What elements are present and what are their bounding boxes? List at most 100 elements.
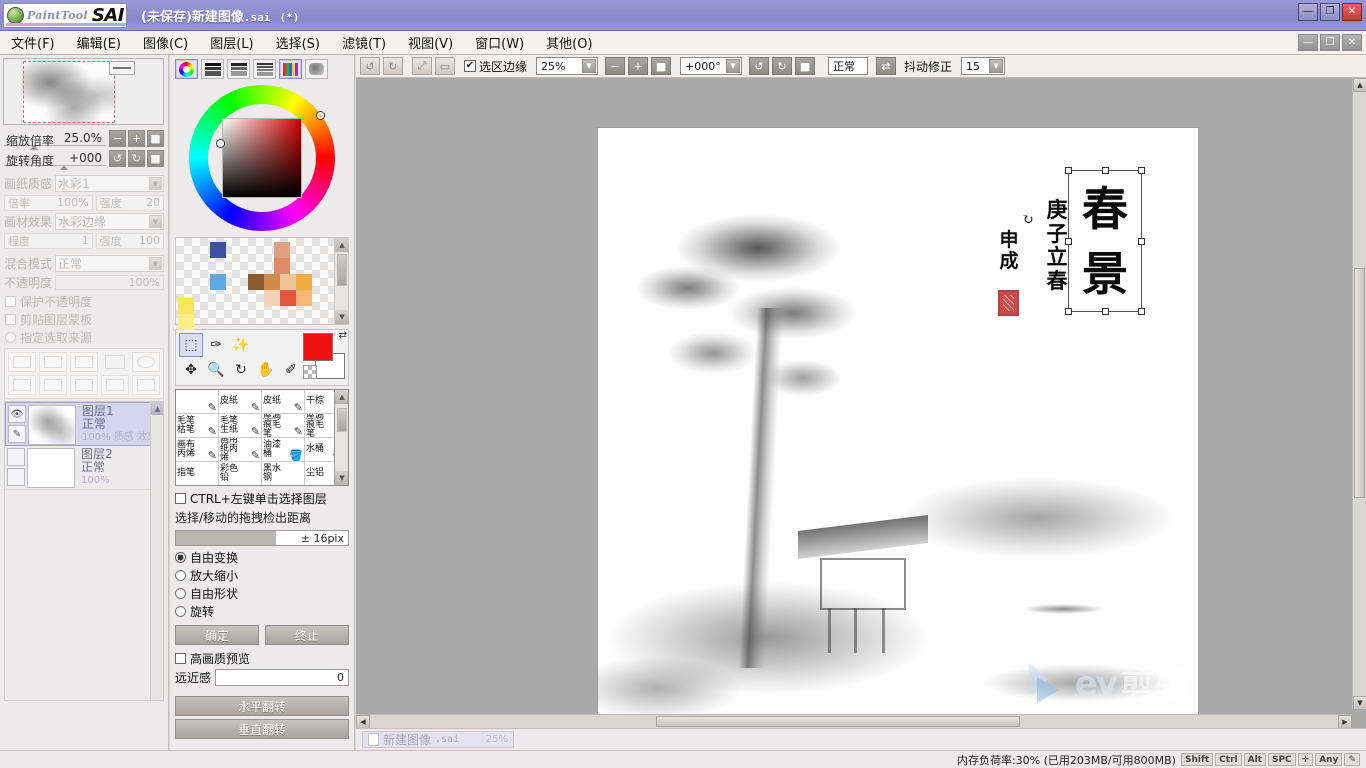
hue-marker[interactable] [217,140,224,147]
swatch[interactable] [296,274,312,290]
swatch[interactable] [264,290,280,306]
material-degree-field[interactable]: 程度 1 [4,232,93,249]
chevron-down-icon[interactable]: ▼ [149,177,162,190]
artwork-canvas[interactable]: ↻ 申成 庚子立春 春 景 ev 剪辑 [598,128,1198,714]
checkbox-icon[interactable] [5,295,16,307]
brush-preset-grid[interactable]: ✎ 皮纸✎ 皮纸✎ 干棕✎ 毛笔枯笔✎ 毛笔生纸✎ 屋漏痕毛笔✎ 屋漏痕毛笔✎ … [175,389,349,486]
rect-select-tool-icon[interactable]: ⬚ [179,333,203,357]
redo-icon[interactable]: ↻ [383,57,403,75]
layer-thumbnail[interactable] [27,448,75,488]
hq-preview-checkbox[interactable]: 高画质预览 [170,649,354,667]
tab-gradient-sliders[interactable] [253,59,276,79]
swatch[interactable] [210,274,226,290]
transform-mode-scale[interactable]: 放大缩小 [170,566,354,584]
zoom-slider[interactable]: 缩放倍率 25.0% [4,131,106,150]
chevron-down-icon[interactable]: ▼ [149,215,162,228]
canvas-rotate-ccw-icon[interactable]: ↺ [749,57,770,75]
new-folder-icon[interactable] [70,352,98,372]
rotate-reset-icon[interactable]: ■ [147,149,164,167]
merge-down-icon[interactable] [8,375,36,395]
lock-alpha-checkbox[interactable]: 保护不透明度 [0,292,168,310]
swatch[interactable] [296,290,312,306]
transform-mode-free[interactable]: 自由变换 [170,548,354,566]
perspective-field[interactable]: 0 [215,669,349,686]
scroll-up-icon[interactable]: ▲ [1353,78,1366,92]
clear-layer-icon[interactable] [70,375,98,395]
menu-item-image[interactable]: 图像(C) [132,31,199,54]
transform-mode-rotate[interactable]: 旋转 [170,602,354,620]
menu-item-filter[interactable]: 滤镜(T) [331,31,397,54]
brush-preset[interactable]: 指笔 [176,462,219,485]
scrollbar-thumb[interactable] [1354,268,1365,498]
transform-handle-n[interactable] [1102,167,1109,174]
zoom-tool-icon[interactable]: 🔍 [204,358,228,382]
scrollbar-thumb[interactable] [337,254,347,286]
move-tool-icon[interactable]: ✥ [179,358,203,382]
canvas-blend-mode[interactable]: 正常 [828,57,869,75]
flip-canvas-icon[interactable]: ⇄ [876,57,897,75]
brush-preset[interactable]: 皮纸 ✎ [262,390,305,414]
transform-handle-se[interactable] [1138,308,1145,315]
canvas-horizontal-scrollbar[interactable]: ◀ ▶ [356,714,1352,729]
canvas-zoom-out-icon[interactable]: − [605,57,626,75]
layer-thumbnail[interactable] [28,405,76,445]
stabilizer-select[interactable]: 15 ▼ [961,57,1006,75]
brush-preset[interactable]: ✎ [176,390,219,414]
scroll-down-icon[interactable]: ▼ [1353,696,1366,710]
maximize-icon[interactable]: ❐ [1320,3,1340,21]
duplicate-layer-icon[interactable] [132,375,160,395]
new-lineart-layer-icon[interactable] [39,352,67,372]
menu-item-file[interactable]: 文件(F) [0,31,66,54]
rotate-tool-icon[interactable]: ↻ [229,358,253,382]
opacity-slider[interactable]: 100% [55,275,164,290]
swatch[interactable] [274,258,290,274]
swatch[interactable] [178,314,194,330]
color-wheel[interactable] [189,85,335,231]
delete-layer-icon[interactable] [101,375,129,395]
calligraphy-group[interactable]: ↻ 申成 庚子立春 春 景 [976,167,1145,348]
chevron-down-icon[interactable]: ▼ [149,257,162,270]
radio-icon[interactable] [175,551,186,563]
transform-handle-ne[interactable] [1138,167,1145,174]
color-swatch-palette[interactable]: ▲ ▼ [175,237,349,330]
swatch[interactable] [274,242,290,258]
canvas-rotate-select[interactable]: +000° ▼ [680,57,743,75]
fit-view-icon[interactable]: ▭ [435,57,455,75]
transform-handle-e[interactable] [1138,238,1145,245]
doc-close-icon[interactable]: ✕ [1342,34,1362,51]
radio-icon[interactable] [5,331,16,343]
checkbox-icon[interactable] [175,652,186,664]
radio-icon[interactable] [175,569,186,581]
swatch[interactable] [210,242,226,258]
transform-handle-sw[interactable] [1065,308,1072,315]
swatch-scrollbar[interactable]: ▲ ▼ [334,238,349,324]
transform-handle-nw[interactable] [1065,167,1072,174]
zoom-slider-thumb[interactable] [30,144,38,150]
brush-preset[interactable]: 油漆桶 🪣 [262,438,305,462]
drag-detect-slider[interactable]: ± 16pix [175,530,349,546]
material-strength-field[interactable]: 强度 100 [95,232,164,249]
transform-selection-frame[interactable] [1065,167,1145,315]
brush-preset[interactable]: 毛笔枯笔 ✎ [176,414,219,438]
tab-scratchpad[interactable] [305,59,328,79]
rotate-ccw-icon[interactable]: ↺ [109,149,126,167]
brush-grid-scrollbar[interactable]: ▲ ▼ [334,390,348,485]
radio-icon[interactable] [175,587,186,599]
swap-colors-icon[interactable]: ⇄ [339,330,347,341]
eyedropper-tool-icon[interactable]: ✐ [279,358,303,382]
rotate-slider-thumb[interactable] [60,164,68,170]
canvas-rotate-reset-icon[interactable]: ■ [795,57,816,75]
doc-maximize-icon[interactable]: ❐ [1320,34,1340,51]
blend-mode-select[interactable]: 正常 ▼ [55,255,164,272]
pen-icon[interactable]: ✎ [8,425,26,443]
menu-item-edit[interactable]: 编辑(E) [66,31,132,54]
swatch[interactable] [264,274,280,290]
chevron-down-icon[interactable]: ▼ [989,59,1004,73]
chevron-down-icon[interactable]: ▼ [726,59,741,73]
brush-preset[interactable]: 屋漏痕毛笔✎ [262,414,305,438]
radio-icon[interactable] [175,605,186,617]
scrollbar-thumb[interactable] [656,716,1020,727]
tab-swatches[interactable] [279,59,302,79]
layer-list-scrollbar[interactable]: ▲ [150,402,163,700]
ctrl-click-select-layer-checkbox[interactable]: CTRL+左键单击选择图层 [170,489,354,507]
